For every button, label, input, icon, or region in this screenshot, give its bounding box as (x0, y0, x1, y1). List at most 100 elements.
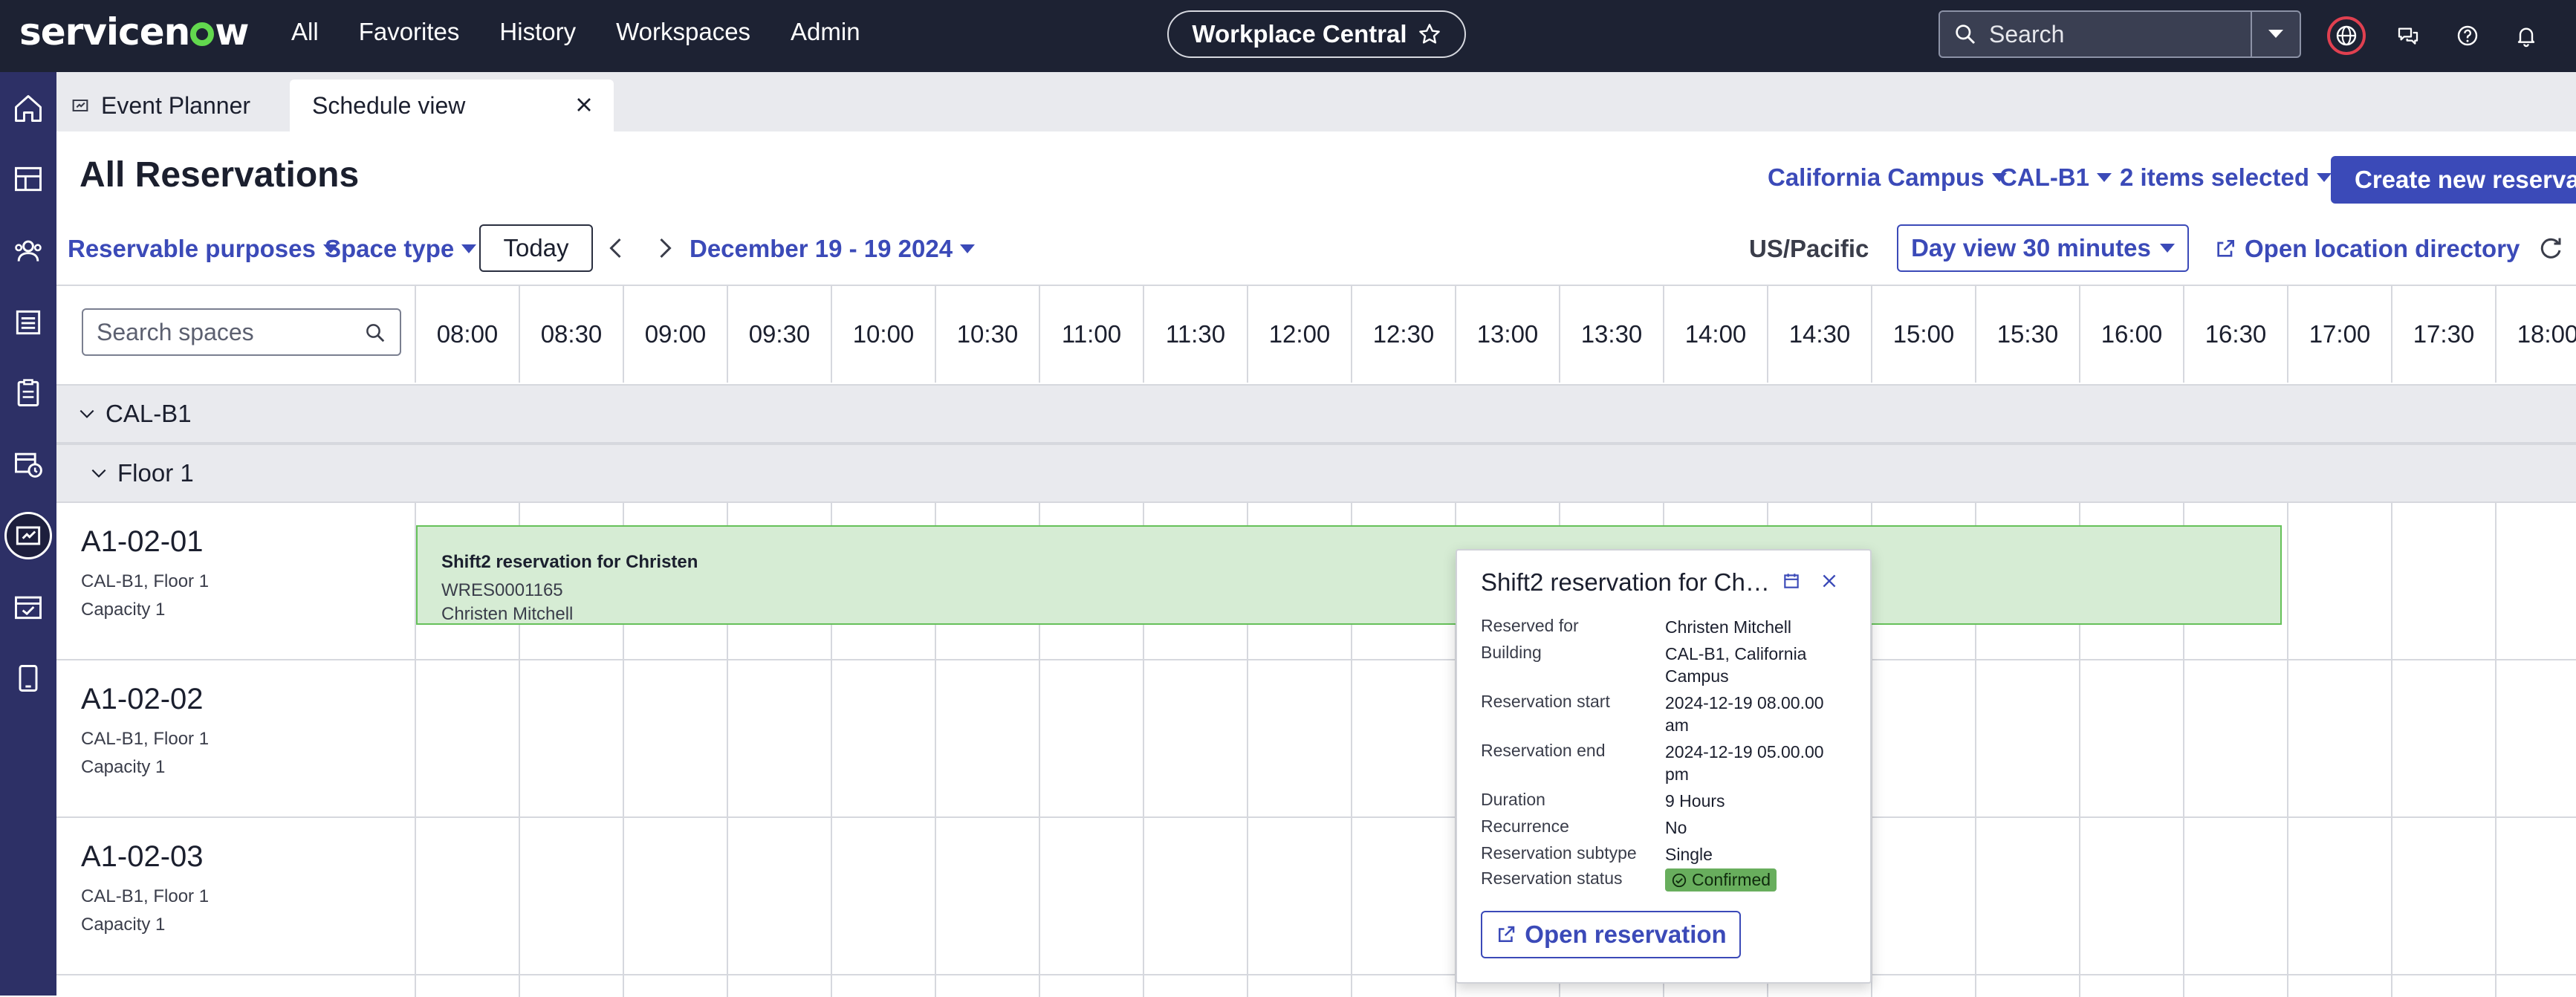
field-value: Single (1665, 845, 1713, 864)
time-column-header: 17:30 (2391, 286, 2495, 383)
time-column-header: 17:00 (2287, 286, 2391, 383)
field-building: Building CAL-B1, California Campus (1481, 643, 1852, 687)
home-icon[interactable] (4, 85, 52, 132)
field-value: CAL-B1, California Campus (1665, 644, 1807, 686)
people-icon[interactable] (4, 227, 52, 274)
tablet-icon[interactable] (4, 655, 52, 702)
time-column-header: 08:00 (415, 286, 519, 383)
building-group-label: CAL-B1 (106, 400, 192, 427)
open-reservation-button[interactable]: Open reservation (1481, 911, 1741, 958)
space-capacity: Capacity 1 (81, 757, 166, 777)
time-column-header: 09:00 (623, 286, 727, 383)
dashboard-icon[interactable] (4, 155, 52, 203)
reservation-details-popover: Shift2 reservation for Christen Reserved… (1456, 549, 1872, 984)
help-icon[interactable] (2448, 16, 2487, 55)
search-icon (366, 324, 385, 342)
space-name[interactable]: A1-02-01 (81, 525, 204, 559)
field-label: Reservation end (1481, 741, 1606, 760)
top-navigation-bar: servicen w All Favorites History Workspac… (0, 0, 2576, 72)
nav-workspaces[interactable]: Workspaces (616, 18, 750, 46)
time-column-header: 12:00 (1247, 286, 1351, 383)
tab-event-planner[interactable]: Event Planner (70, 79, 250, 131)
today-button[interactable]: Today (479, 224, 593, 272)
create-reservation-button[interactable]: Create new reservation (2331, 156, 2576, 204)
schedule-grid: Search spaces 08:00 08:30 09:00 09:30 10:00 1… (56, 285, 2576, 997)
tab-label: Event Planner (101, 91, 251, 119)
popover-title: Shift2 reservation for Christen (1481, 568, 1771, 596)
reservation-block[interactable]: Shift2 reservation for Christen WRES0001… (416, 525, 2282, 625)
open-location-label: Open location directory (2245, 235, 2520, 262)
field-value: No (1665, 818, 1687, 837)
building-label: CAL-B1 (1999, 163, 2089, 191)
tab-schedule-view[interactable]: Schedule view (290, 79, 614, 131)
main-nav-links: All Favorites History Workspaces Admin (291, 18, 860, 46)
nav-history[interactable]: History (499, 18, 576, 46)
open-location-directory-link[interactable]: Open location directory (2213, 235, 2520, 263)
field-label: Reservation start (1481, 692, 1610, 711)
left-rail (0, 72, 56, 996)
search-icon (1956, 25, 1976, 45)
time-column-header: 10:30 (935, 286, 1039, 383)
time-column-header: 14:30 (1767, 286, 1871, 383)
field-reserved-for: Reserved for Christen Mitchell (1481, 616, 1852, 638)
nav-all[interactable]: All (291, 18, 319, 46)
schedule-view-icon[interactable] (4, 512, 52, 559)
space-location: CAL-B1, Floor 1 (81, 729, 210, 749)
time-column-header: 15:00 (1871, 286, 1975, 383)
calendar-check-icon[interactable] (4, 583, 52, 631)
caret-down-icon (461, 244, 477, 253)
time-column-header: 14:00 (1663, 286, 1767, 383)
space-type-dropdown[interactable]: Space type (325, 235, 477, 263)
workspace-title-pill[interactable]: Workplace Central (1167, 10, 1466, 58)
close-icon[interactable] (1820, 571, 1839, 591)
time-column-header: 08:30 (519, 286, 623, 383)
time-column-header: 12:30 (1351, 286, 1455, 383)
status-badge: Confirmed (1665, 868, 1777, 892)
chevron-right-icon[interactable] (651, 235, 678, 262)
chat-icon[interactable] (2389, 16, 2427, 55)
globe-icon[interactable] (2327, 16, 2366, 55)
list-icon[interactable] (4, 299, 52, 346)
event-planner-icon (72, 99, 88, 112)
close-icon[interactable] (572, 93, 596, 117)
space-capacity: Capacity 1 (81, 600, 166, 620)
search-scope-dropdown[interactable] (2251, 12, 2300, 56)
clipboard-icon[interactable] (4, 369, 52, 417)
day-view-label: Day view 30 minutes (1911, 234, 2151, 262)
space-name[interactable]: A1-02-03 (81, 840, 204, 874)
caret-down-icon (2097, 173, 2112, 182)
space-name[interactable]: A1-02-02 (81, 683, 204, 716)
items-selected-label: 2 items selected (2120, 163, 2309, 191)
day-view-dropdown[interactable]: Day view 30 minutes (1897, 224, 2189, 272)
field-value: 2024-12-19 08.00.00 am (1665, 693, 1824, 735)
status-text: Confirmed (1692, 870, 1771, 889)
star-icon[interactable] (1418, 22, 1441, 46)
tab-label: Schedule view (312, 91, 466, 119)
open-reservation-label: Open reservation (1525, 920, 1727, 948)
nav-favorites[interactable]: Favorites (359, 18, 460, 46)
nav-admin[interactable]: Admin (791, 18, 860, 46)
items-selected-dropdown[interactable]: 2 items selected (2120, 163, 2332, 192)
calendar-clock-icon[interactable] (4, 440, 52, 487)
time-column-header: 15:30 (1975, 286, 2079, 383)
space-row: A1-02-03 CAL-B1, Floor 1 Capacity 1 (56, 818, 2576, 975)
campus-dropdown[interactable]: California Campus (1768, 163, 2007, 192)
global-search[interactable]: Search (1939, 10, 2301, 58)
building-dropdown[interactable]: CAL-B1 (1999, 163, 2112, 192)
space-capacity: Capacity 1 (81, 915, 166, 935)
bell-icon[interactable] (2507, 16, 2546, 55)
search-spaces-input[interactable]: Search spaces (82, 308, 401, 356)
servicenow-logo[interactable]: servicen w (19, 10, 249, 53)
refresh-icon[interactable] (2537, 235, 2564, 262)
reservable-purposes-dropdown[interactable]: Reservable purposes (68, 235, 338, 263)
floor-group-row[interactable]: Floor 1 (56, 444, 2576, 503)
field-value: 2024-12-19 05.00.00 pm (1665, 742, 1824, 784)
search-placeholder[interactable]: Search (1989, 21, 2251, 48)
date-range-dropdown[interactable]: December 19 - 19 2024 (690, 235, 976, 263)
calendar-icon[interactable] (1782, 571, 1801, 591)
chevron-left-icon[interactable] (603, 235, 630, 262)
field-reservation-subtype: Reservation subtype Single (1481, 843, 1852, 866)
building-group-row[interactable]: CAL-B1 (56, 384, 2576, 444)
field-reservation-start: Reservation start 2024-12-19 08.00.00 am (1481, 692, 1852, 736)
field-label: Duration (1481, 790, 1545, 809)
